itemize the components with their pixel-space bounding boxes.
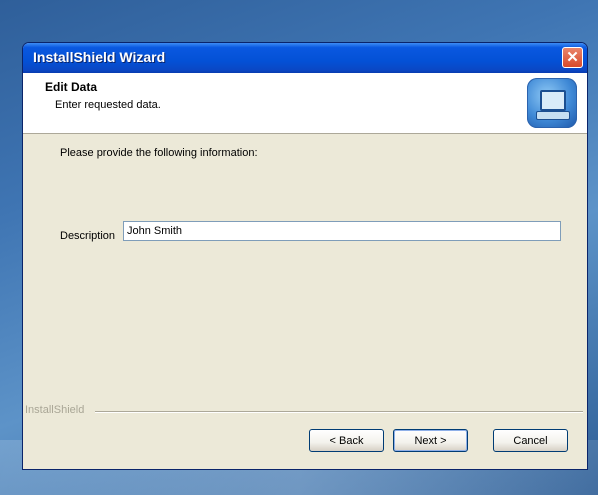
next-button[interactable]: Next > [393,429,468,452]
page-title: Edit Data [45,80,98,94]
page-subtitle: Enter requested data. [55,99,161,111]
prompt-text: Please provide the following information… [60,147,258,159]
description-input[interactable] [123,221,561,241]
close-button[interactable]: ✕ [562,47,583,68]
cancel-button[interactable]: Cancel [493,429,568,452]
description-label: Description [60,230,116,242]
back-button[interactable]: < Back [309,429,384,452]
footer-divider [95,411,583,413]
installshield-wizard-window: InstallShield Wizard ✕ Edit Data Enter r… [22,42,588,470]
title-bar[interactable]: InstallShield Wizard ✕ [23,43,587,73]
close-icon: ✕ [566,49,579,66]
installshield-brand-label: InstallShield [25,404,85,416]
base-shape [536,111,570,120]
header-panel: Edit Data Enter requested data. [23,73,587,134]
installer-computer-icon [527,78,577,128]
monitor-shape [540,90,566,111]
window-title: InstallShield Wizard [33,49,166,65]
